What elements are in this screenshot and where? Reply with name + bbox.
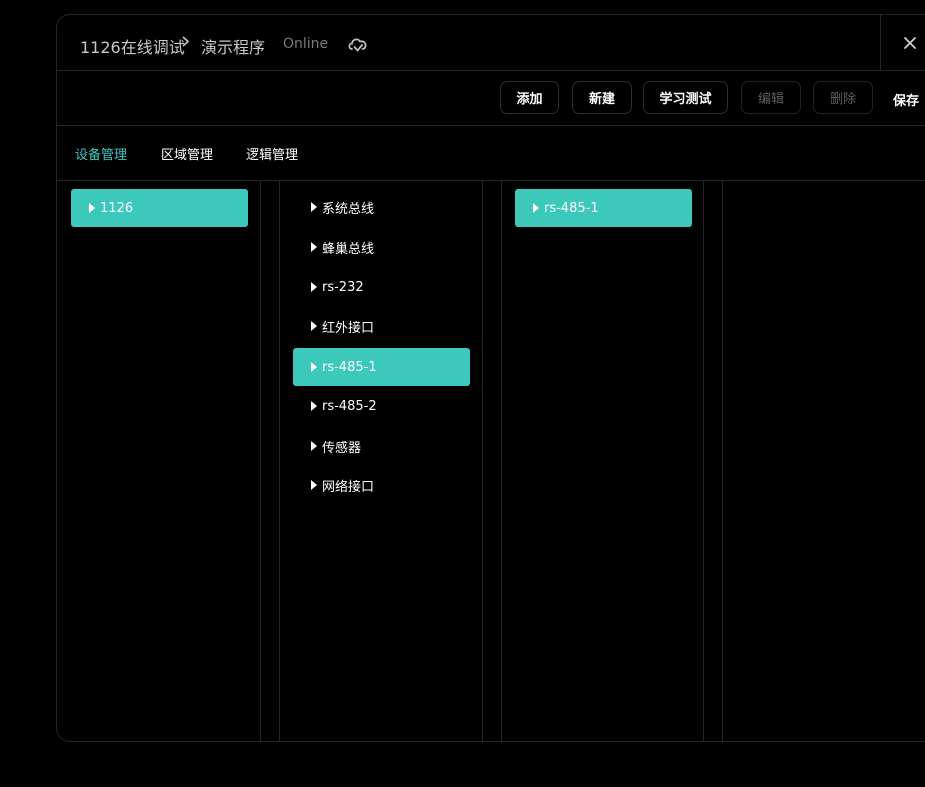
tab-bar: 设备管理 区域管理 逻辑管理	[57, 125, 925, 181]
tab-area-management[interactable]: 区域管理	[161, 144, 213, 163]
column-divider	[501, 181, 502, 741]
cloud-sync-icon	[348, 38, 367, 52]
interface-item-network[interactable]: 网络接口	[293, 466, 470, 504]
column-divider	[703, 181, 704, 741]
debug-panel: 1126在线调试 演示程序 Online 添加 新建 学习测试 编辑 删除 保存…	[56, 14, 925, 742]
caret-right-icon	[311, 362, 317, 372]
device-item-1126[interactable]: 1126	[71, 189, 248, 227]
channel-item-label: rs-485-1	[544, 200, 599, 216]
interface-item-label: rs-485-1	[322, 359, 377, 375]
close-button[interactable]	[880, 15, 925, 70]
channel-item-rs-485-1[interactable]: rs-485-1	[515, 189, 692, 227]
delete-button[interactable]: 删除	[813, 81, 873, 114]
interface-item-rs-232[interactable]: rs-232	[293, 268, 470, 306]
edit-button[interactable]: 编辑	[741, 81, 801, 114]
interface-item-system-bus[interactable]: 系统总线	[293, 188, 470, 226]
interface-item-rs-485-1[interactable]: rs-485-1	[293, 348, 470, 386]
interface-item-rs-485-2[interactable]: rs-485-2	[293, 387, 470, 425]
chevron-right-icon	[182, 36, 190, 47]
caret-right-icon	[311, 242, 317, 252]
interface-item-label: 系统总线	[322, 201, 375, 217]
column-divider	[722, 181, 723, 741]
interface-item-sensor[interactable]: 传感器	[293, 427, 470, 465]
tab-logic-management[interactable]: 逻辑管理	[246, 144, 298, 163]
column-divider	[260, 181, 261, 741]
caret-right-icon	[311, 282, 317, 292]
learn-test-button[interactable]: 学习测试	[643, 81, 728, 114]
interface-item-label: 蜂巢总线	[322, 241, 375, 257]
interface-item-label: rs-232	[322, 279, 364, 295]
breadcrumb-root[interactable]: 1126在线调试	[80, 34, 185, 58]
caret-right-icon	[311, 401, 317, 411]
connection-status: Online	[283, 36, 329, 52]
interface-item-label: rs-485-2	[322, 398, 377, 414]
caret-right-icon	[311, 480, 317, 490]
device-item-label: 1126	[100, 200, 134, 216]
new-button[interactable]: 新建	[572, 81, 632, 114]
interface-item-label: 传感器	[322, 440, 362, 456]
caret-right-icon	[311, 202, 317, 212]
caret-right-icon	[533, 203, 539, 213]
interface-item-infrared[interactable]: 红外接口	[293, 307, 470, 345]
breadcrumb-current: 演示程序	[201, 38, 266, 57]
column-divider	[482, 181, 483, 741]
interface-item-label: 红外接口	[322, 320, 375, 336]
interface-item-label: 网络接口	[322, 479, 375, 495]
caret-right-icon	[89, 203, 95, 213]
tab-device-management[interactable]: 设备管理	[75, 144, 127, 163]
caret-right-icon	[311, 321, 317, 331]
save-button[interactable]: 保存	[893, 90, 919, 109]
caret-right-icon	[311, 441, 317, 451]
column-divider	[279, 181, 280, 741]
close-icon	[904, 37, 916, 49]
interface-item-honeycomb-bus[interactable]: 蜂巢总线	[293, 228, 470, 266]
add-button[interactable]: 添加	[500, 81, 559, 114]
panel-header: 1126在线调试 演示程序 Online	[57, 15, 925, 71]
toolbar: 添加 新建 学习测试 编辑 删除 保存	[57, 70, 925, 126]
